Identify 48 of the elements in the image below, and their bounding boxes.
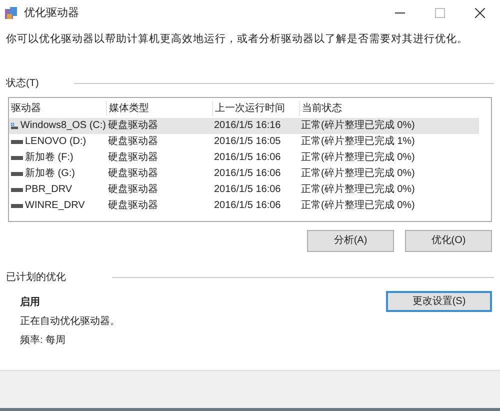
table-cell: 2016/1/5 16:06 [214, 168, 281, 180]
table-cell-text: PBR_DRV [25, 183, 72, 198]
table-cell: 正常(碎片整理已完成 0%) [301, 120, 415, 132]
schedule-frequency: 频率: 每周 [20, 334, 67, 348]
table-cell: 正常(碎片整理已完成 0%) [301, 152, 415, 164]
table-cell: 硬盘驱动器 [108, 168, 158, 180]
change-settings-button[interactable]: 更改设置(S) [386, 290, 492, 312]
system-drive-icon [11, 120, 18, 131]
close-icon [475, 8, 485, 18]
table-cell: 正常(碎片整理已完成 0%) [301, 200, 415, 212]
schedule-detail: 正在自动优化驱动器。 [20, 314, 120, 329]
drive-row[interactable]: Windows8_OS (C:) 硬盘驱动器 2016/1/5 16:16 正常(碎片整理已完成 0%) [9, 118, 479, 134]
table-cell: 硬盘驱动器 [108, 184, 158, 196]
table-cell: 硬盘驱动器 [108, 136, 158, 148]
drive-icon [11, 204, 23, 208]
schedule-state: 启用 [20, 295, 41, 310]
table-cell: 2016/1/5 16:16 [214, 120, 281, 132]
column-header[interactable]: 当前状态 [299, 101, 479, 116]
table-cell: 2016/1/5 16:06 [214, 184, 281, 196]
table-cell-text: LENOVO (D:) [25, 135, 86, 150]
section-label: 已计划的优化 [6, 270, 67, 285]
drive-icon [11, 156, 23, 160]
app-icon [4, 6, 18, 20]
table-cell: 硬盘驱动器 [108, 200, 158, 212]
table-cell: 正常(碎片整理已完成 1%) [301, 136, 415, 148]
action-button[interactable]: 分析(A) [307, 230, 394, 252]
drive-icon [11, 188, 23, 192]
table-cell: 正常(碎片整理已完成 0%) [301, 168, 415, 180]
table-cell: 2016/1/5 16:06 [214, 200, 281, 212]
description-text: 你可以优化驱动器以帮助计算机更高效地运行，或者分析驱动器以了解是否需要对其进行优化。 [6, 32, 469, 47]
window-title: 优化驱动器 [24, 6, 79, 21]
table-cell-text: 新加卷 (G:) [25, 166, 75, 182]
table-cell-text: Windows8_OS (C:) [20, 119, 106, 134]
maximize-icon [435, 8, 445, 18]
table-cell-text: WINRE_DRV [25, 199, 85, 214]
action-button[interactable]: 优化(O) [405, 230, 492, 252]
table-cell: 2016/1/5 16:06 [214, 152, 281, 164]
table-cell: 硬盘驱动器 [108, 152, 158, 164]
table-cell: 硬盘驱动器 [108, 120, 158, 132]
column-header[interactable]: 上一次运行时间 [212, 101, 299, 116]
table-cell: 正常(碎片整理已完成 0%) [301, 184, 415, 196]
drive-icon [11, 172, 23, 176]
table-cell: 2016/1/5 16:05 [214, 136, 281, 148]
column-header[interactable]: 媒体类型 [106, 101, 212, 116]
column-header[interactable]: 驱动器 [9, 101, 106, 116]
drive-icon [11, 140, 23, 144]
table-cell-text: 新加卷 (F:) [25, 150, 74, 166]
section-label: 状态(T) [6, 76, 40, 91]
